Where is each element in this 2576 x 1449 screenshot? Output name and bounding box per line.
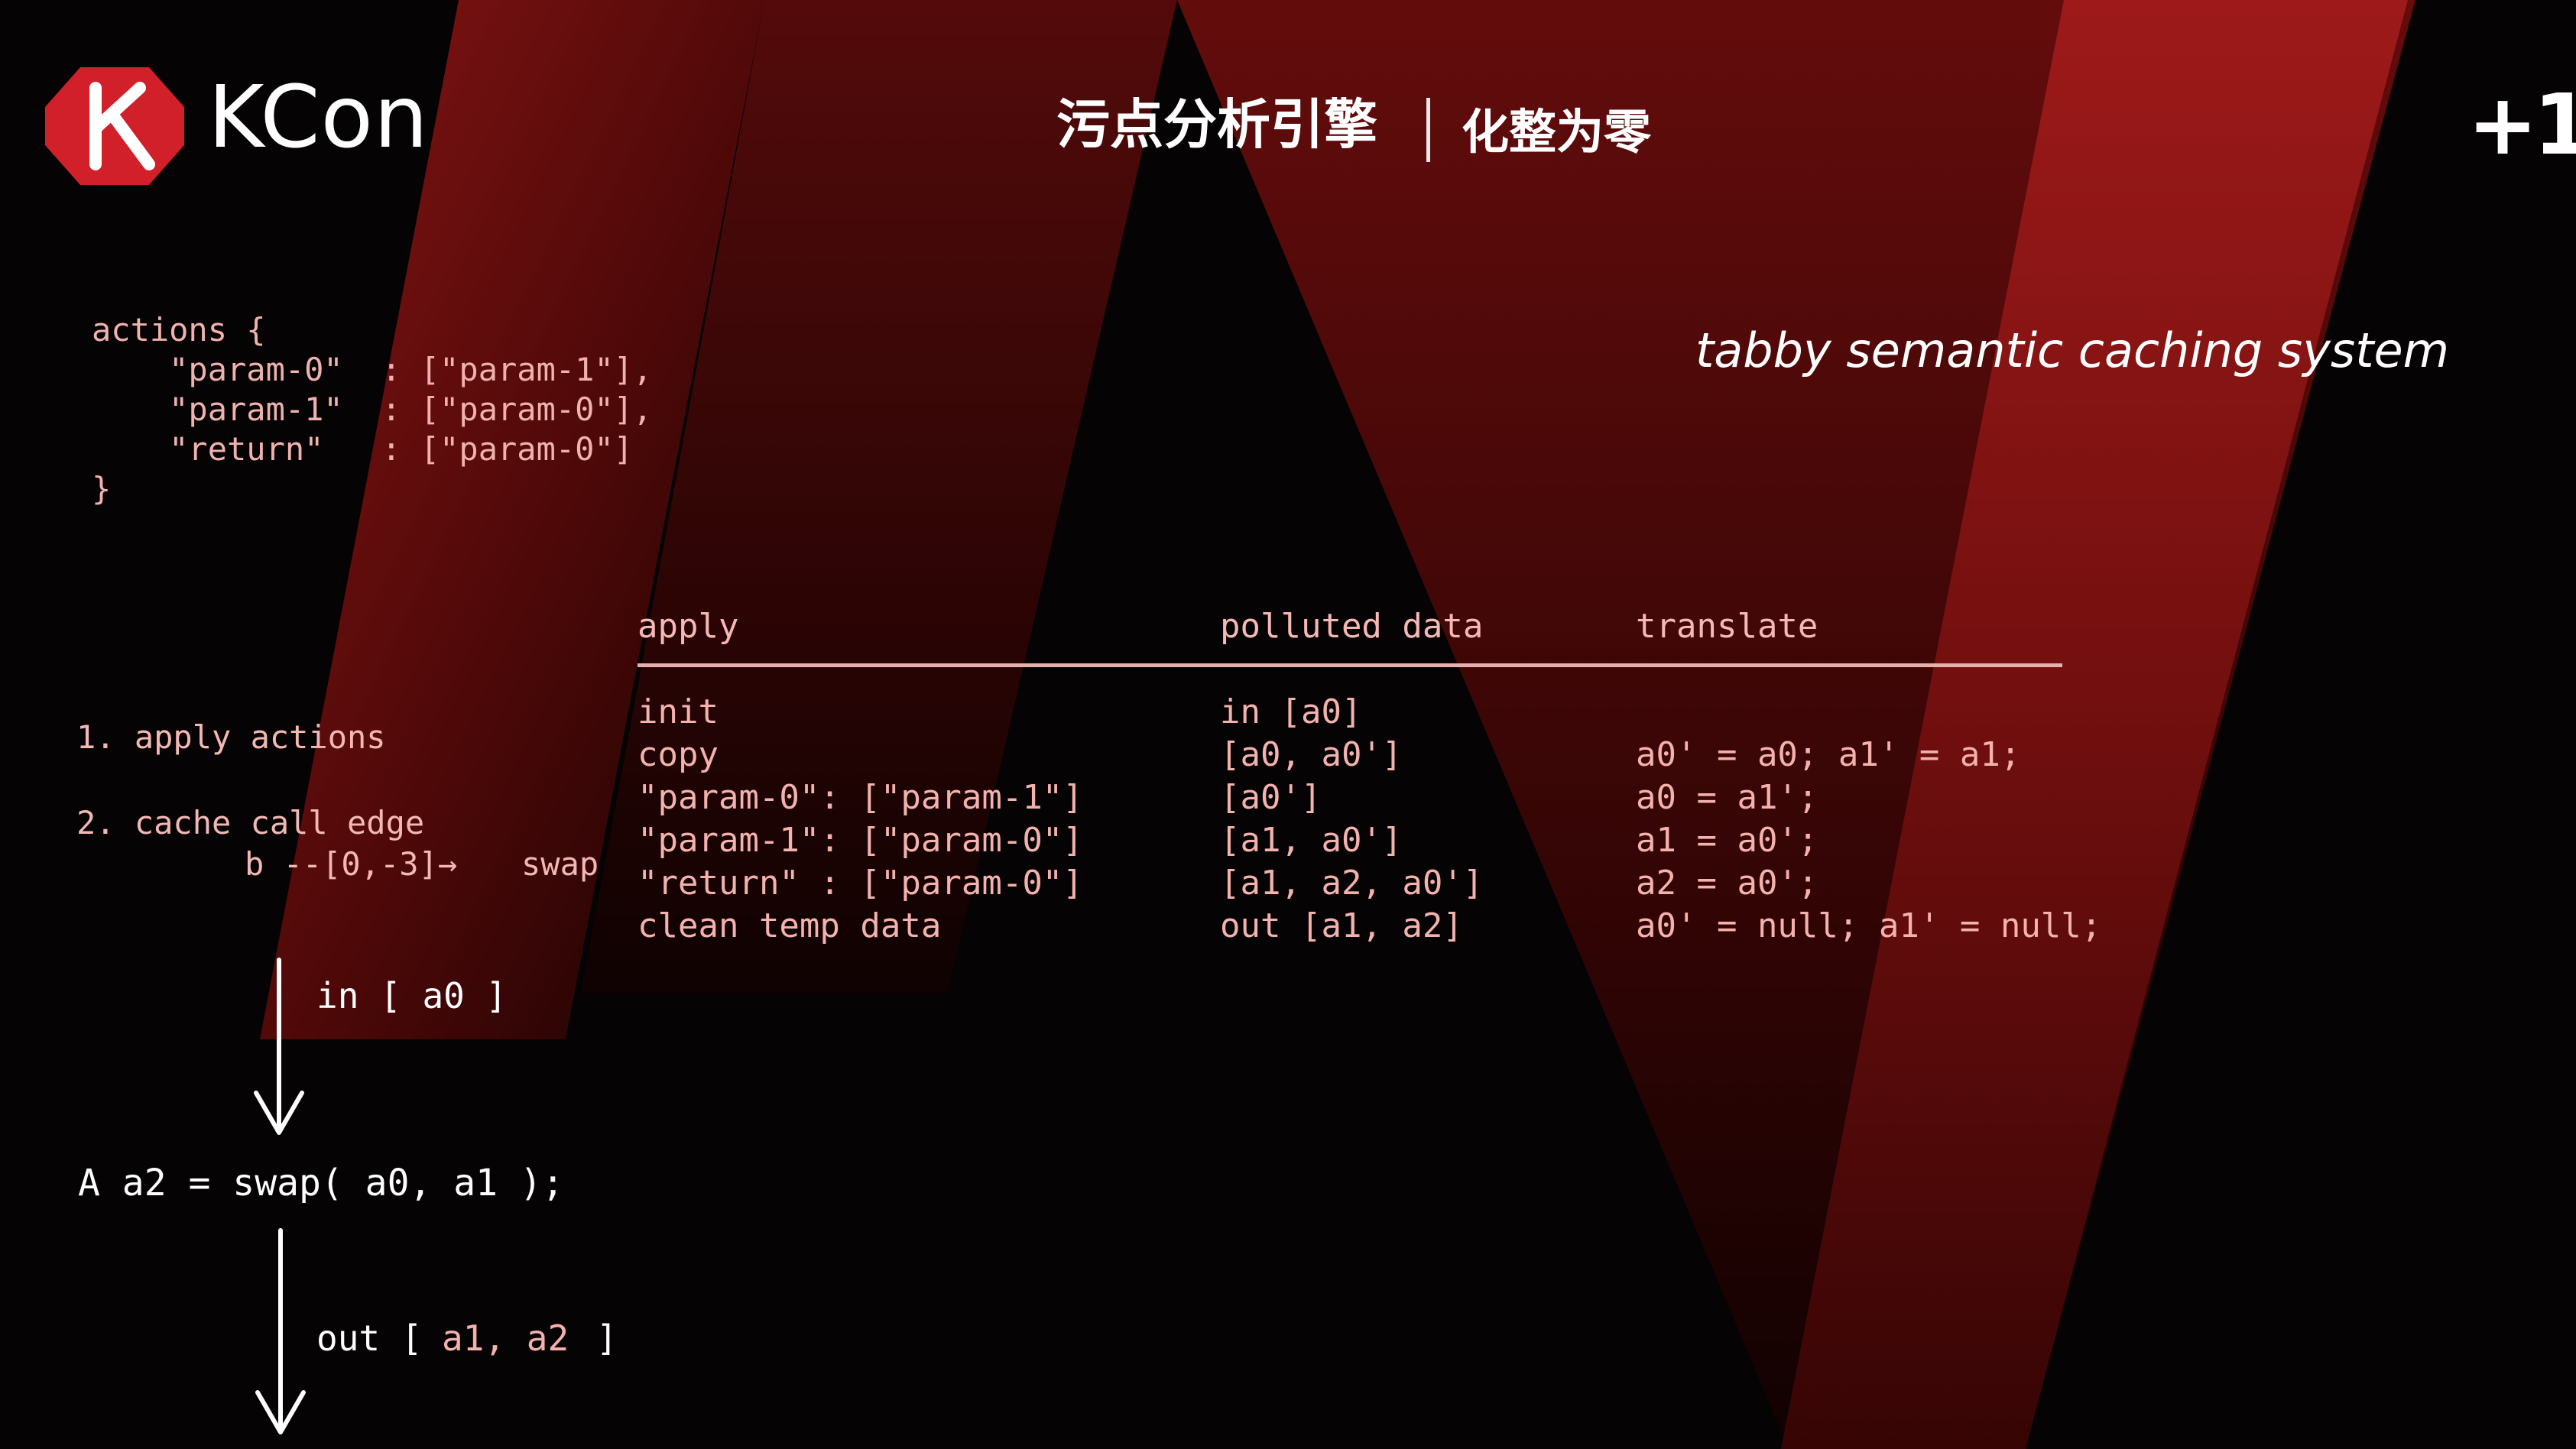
table-cell-apply: init	[638, 692, 719, 731]
table-cell-translate: a0' = a0; a1' = a1;	[1636, 735, 2021, 774]
step-cache-call-edge: 2. cache call edge	[76, 804, 425, 841]
slide-subtitle: 化整为零	[1462, 104, 1652, 160]
call-edge: b --[0,-3]→	[245, 845, 458, 883]
title-divider	[1426, 98, 1430, 162]
table-cell-apply: copy	[638, 735, 719, 774]
table-cell-polluted: [a1, a0']	[1220, 821, 1403, 860]
table-cell-translate: a0 = a1';	[1636, 778, 1818, 817]
table-cell-polluted: [a0, a0']	[1220, 735, 1403, 774]
table-cell-apply: "param-0": ["param-1"]	[638, 778, 1083, 817]
corner-mark: +1	[2467, 76, 2576, 173]
table-cell-translate: a1 = a0';	[1636, 821, 1818, 860]
down-arrow-icon	[254, 958, 304, 1135]
kcon-logo-icon	[45, 67, 184, 185]
input-taint-label: in [ a0 ]	[316, 975, 508, 1016]
table-cell-apply: "param-1": ["param-0"]	[638, 821, 1083, 860]
table-header-translate: translate	[1636, 607, 1818, 646]
output-taint-args: a1, a2	[442, 1318, 569, 1359]
table-header-polluted-data: polluted data	[1220, 607, 1484, 646]
table-cell-polluted: [a1, a2, a0']	[1220, 864, 1484, 903]
table-cell-apply: "return" : ["param-0"]	[638, 864, 1083, 903]
down-arrow-icon	[255, 1228, 306, 1434]
table-cell-polluted: in [a0]	[1220, 692, 1362, 731]
actions-code-block: actions { "param-0" : ["param-1"], "para…	[92, 311, 653, 507]
table-header-apply: apply	[638, 607, 739, 646]
step-apply-actions: 1. apply actions	[76, 718, 386, 756]
table-cell-polluted: [a0']	[1220, 778, 1322, 817]
table-cell-apply: clean temp data	[638, 906, 942, 945]
table-header-rule	[638, 663, 2062, 667]
output-taint-close: ]	[596, 1318, 618, 1359]
call-edge-target: swap	[521, 845, 599, 883]
table-cell-translate: a2 = a0';	[1636, 864, 1818, 903]
semantic-caching-label: tabby semantic caching system	[1695, 323, 2450, 378]
table-cell-translate: a0' = null; a1' = null;	[1636, 906, 2102, 945]
output-taint-label: out [	[316, 1318, 423, 1359]
table-cell-polluted: out [a1, a2]	[1220, 906, 1463, 945]
swap-call-statement: A a2 = swap( a0, a1 );	[78, 1162, 564, 1204]
brand-name: KCon	[208, 68, 430, 167]
slide-title: 污点分析引擎	[1056, 93, 1377, 156]
